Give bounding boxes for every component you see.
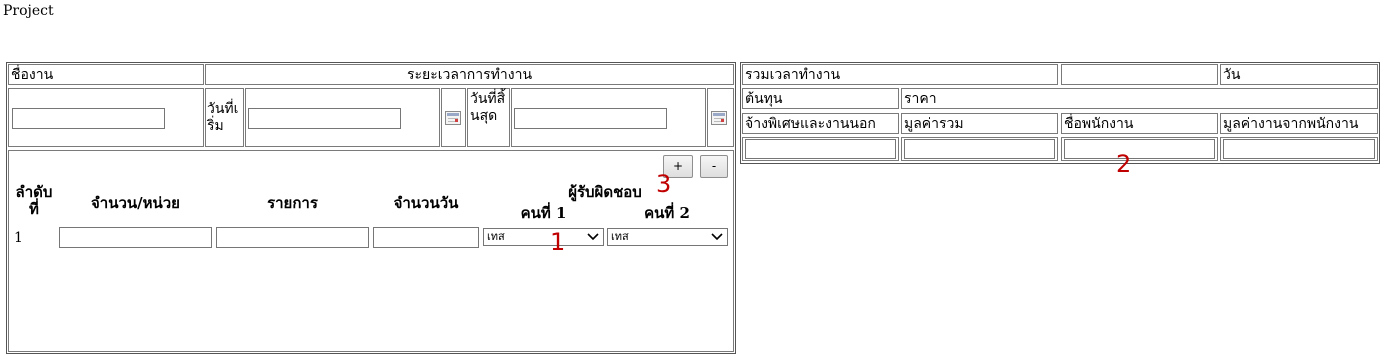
cost-label-cell: ต้นทุน [742,88,899,109]
unit-label-cell: วัน [1220,64,1378,85]
row-order: 1 [14,230,23,246]
person2-select[interactable]: เทส [607,228,728,246]
qty-unit-column-header: จำนวน/หน่วย [91,194,180,212]
person1-selected-value: เทส [487,230,505,243]
items-cell [8,150,734,352]
remove-row-button[interactable]: - [700,155,728,178]
calendar-icon[interactable] [711,111,727,125]
item-column-header: รายการ [267,194,318,212]
employee-value-header-cell: มูลค่างานจากพนักงาน [1220,113,1378,134]
start-date-label: วันที่เริ่ม [207,101,239,134]
total-time-value-cell [1061,64,1218,85]
responsible-column-header: ผู้รับผิดชอบ [568,183,642,201]
item-input[interactable] [216,227,369,248]
work-period-header-cell: ระยะเวลาการทำงาน [205,64,734,85]
chevron-down-icon [587,233,599,241]
end-date-input[interactable] [514,108,667,129]
start-date-input-cell [245,88,440,147]
start-date-label-cell: วันที่เริ่ม [205,88,244,147]
work-period-label: ระยะเวลาการทำงาน [406,67,533,83]
total-time-label-cell: รวมเวลาทำงาน [742,64,1058,85]
outsource-header: จ้างพิเศษและงานนอก [745,116,876,132]
price-label-cell: ราคา [901,88,1378,109]
person2-column-header: คนที่ 2 [644,204,690,222]
total-time-label: รวมเวลาทำงาน [745,67,841,83]
total-value-header: มูลค่ารวม [904,116,964,132]
job-name-label: ชื่องาน [11,67,54,83]
cost-label: ต้นทุน [745,91,783,107]
start-date-calendar-cell [441,88,466,147]
end-date-label: วันที่สิ้นสุด [470,91,506,124]
days-input[interactable] [373,227,479,248]
person2-selected-value: เทส [611,230,629,243]
end-date-calendar-cell [707,88,734,147]
total-value-input[interactable] [904,139,1055,159]
end-date-label-cell: วันที่สิ้นสุด [467,88,510,147]
outsource-value-cell [742,137,899,161]
employee-name-header-cell: ชื่อพนักงาน [1061,113,1218,134]
employee-name-cell [1061,137,1218,161]
annotation-1: 1 [550,228,566,256]
calendar-icon[interactable] [445,111,461,125]
order-column-header: ลำดับที่ [15,183,53,218]
employee-name-input[interactable] [1064,139,1215,159]
days-column-header: จำนวนวัน [393,194,459,212]
outsource-header-cell: จ้างพิเศษและงานนอก [742,113,899,134]
chevron-down-icon [711,233,723,241]
person1-select[interactable]: เทส [483,228,604,246]
annotation-2: 2 [1116,150,1132,178]
job-name-input[interactable] [12,108,165,129]
qty-unit-input[interactable] [59,227,212,248]
page-title: Project [3,3,54,19]
start-date-input[interactable] [248,108,401,129]
employee-name-header: ชื่อพนักงาน [1064,116,1134,132]
annotation-3: 3 [656,170,672,198]
total-value-header-cell: มูลค่ารวม [901,113,1058,134]
employee-value-header: มูลค่างานจากพนักงาน [1223,116,1359,132]
total-value-cell [901,137,1058,161]
employee-value-input[interactable] [1223,139,1375,159]
price-label: ราคา [904,91,937,107]
end-date-input-cell [511,88,706,147]
unit-label: วัน [1223,67,1241,83]
job-name-header-cell: ชื่องาน [8,64,204,85]
outsource-value-input[interactable] [745,139,896,159]
job-name-input-cell [8,88,204,147]
employee-value-cell [1220,137,1378,161]
person1-column-header: คนที่ 1 [520,204,567,222]
